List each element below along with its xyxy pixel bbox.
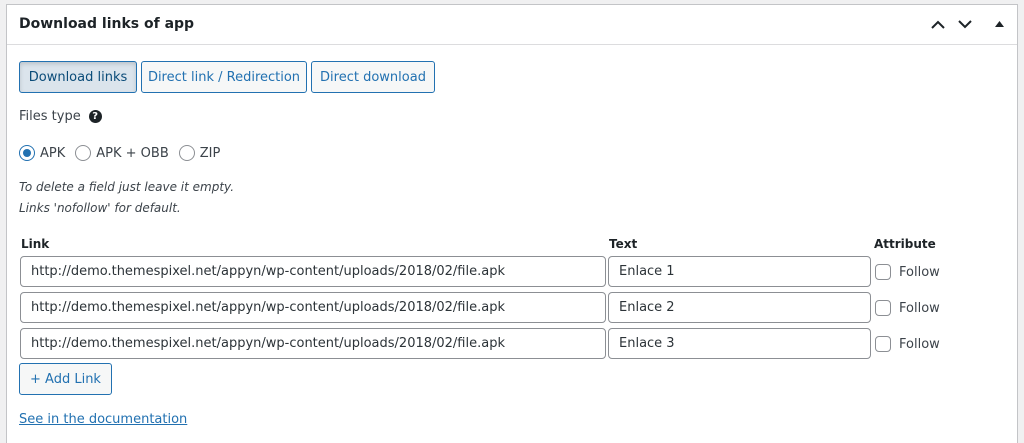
text-input-3[interactable]: Enlace 3	[608, 328, 871, 359]
follow-label-3: Follow	[899, 336, 940, 352]
follow-label-2: Follow	[899, 300, 940, 316]
follow-label-1: Follow	[899, 264, 940, 280]
tab-direct-download[interactable]: Direct download	[311, 61, 435, 93]
note-delete-field: To delete a field just leave it empty.	[19, 180, 235, 194]
follow-checkbox-box-1[interactable]	[875, 264, 891, 280]
follow-checkbox-1[interactable]: Follow	[875, 264, 940, 280]
files-type-text: Files type	[19, 109, 81, 124]
radio-apk-label: APK	[40, 145, 66, 161]
files-type-radio-group: APK APK + OBB ZIP	[19, 145, 230, 161]
help-icon[interactable]: ?	[88, 110, 102, 123]
tab-direct-link-redirection[interactable]: Direct link / Redirection	[141, 61, 307, 93]
column-header-link: Link	[21, 237, 50, 251]
metabox-header: Download links of app	[7, 5, 1017, 45]
metabox-title: Download links of app	[19, 16, 195, 32]
follow-checkbox-box-2[interactable]	[875, 300, 891, 316]
follow-checkbox-2[interactable]: Follow	[875, 300, 940, 316]
tab-download-links[interactable]: Download links	[19, 61, 137, 93]
link-input-3[interactable]: http://demo.themespixel.net/appyn/wp-con…	[20, 328, 606, 359]
documentation-link[interactable]: See in the documentation	[19, 412, 187, 427]
radio-zip-label: ZIP	[199, 145, 221, 161]
link-input-2[interactable]: http://demo.themespixel.net/appyn/wp-con…	[20, 292, 606, 323]
follow-checkbox-3[interactable]: Follow	[875, 336, 940, 352]
triangle-up-icon[interactable]	[987, 12, 1011, 36]
link-input-1[interactable]: http://demo.themespixel.net/appyn/wp-con…	[20, 256, 606, 287]
follow-checkbox-box-3[interactable]	[875, 336, 891, 352]
radio-zip[interactable]: ZIP	[178, 145, 221, 161]
text-input-1[interactable]: Enlace 1	[608, 256, 871, 287]
radio-zip-circle[interactable]	[178, 145, 195, 161]
chevron-up-icon[interactable]	[926, 12, 950, 36]
column-header-text: Text	[609, 237, 638, 251]
chevron-down-icon[interactable]	[953, 12, 977, 36]
files-type-label: Files type ?	[19, 109, 102, 124]
column-header-attribute: Attribute	[874, 237, 936, 251]
radio-apk-obb-label: APK + OBB	[96, 145, 169, 161]
radio-apk-circle[interactable]	[19, 145, 35, 161]
radio-apk[interactable]: APK	[19, 145, 65, 161]
add-link-button[interactable]: + Add Link	[19, 363, 112, 395]
note-nofollow: Links 'nofollow' for default.	[19, 201, 181, 215]
text-input-2[interactable]: Enlace 2	[608, 292, 871, 323]
download-links-metabox: Download links of app Download links Dir…	[6, 4, 1018, 443]
radio-apk-obb-circle[interactable]	[75, 145, 92, 161]
radio-apk-obb[interactable]: APK + OBB	[75, 145, 169, 161]
